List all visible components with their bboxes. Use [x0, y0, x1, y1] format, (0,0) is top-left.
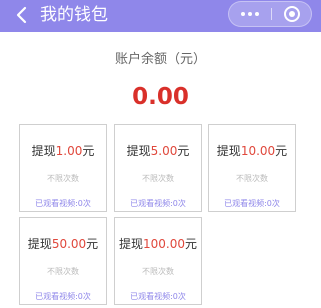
top-bar: 我的钱包	[0, 0, 321, 32]
withdraw-amount: 1.00	[55, 144, 83, 158]
withdraw-unit: 元	[185, 237, 198, 251]
watched-count: 已观看视频:0次	[35, 199, 91, 208]
withdraw-prefix: 提现	[27, 237, 52, 251]
withdraw-limit: 不限次数	[142, 174, 174, 183]
withdraw-prefix: 提现	[126, 144, 151, 158]
more-button[interactable]	[229, 2, 271, 26]
withdraw-card[interactable]: 提现1.00元 不限次数 已观看视频:0次	[19, 124, 107, 212]
withdraw-unit: 元	[177, 144, 190, 158]
chevron-left-icon	[16, 6, 27, 24]
close-button[interactable]	[272, 2, 312, 26]
more-dots-icon	[241, 12, 259, 16]
withdraw-unit: 元	[86, 237, 99, 251]
withdraw-prefix: 提现	[31, 144, 56, 158]
withdraw-unit: 元	[275, 144, 288, 158]
withdraw-amount: 50.00	[51, 237, 87, 251]
withdraw-card[interactable]: 提现50.00元 不限次数 已观看视频:0次	[19, 217, 107, 305]
withdraw-card-title: 提现1.00元	[20, 142, 106, 159]
withdraw-amount: 5.00	[150, 144, 178, 158]
watched-count: 已观看视频:0次	[35, 292, 91, 301]
withdraw-limit: 不限次数	[47, 267, 79, 276]
withdraw-prefix: 提现	[216, 144, 241, 158]
withdraw-card-title: 提现50.00元	[20, 235, 106, 252]
watched-count: 已观看视频:0次	[130, 292, 186, 301]
balance-label: 账户余额（元）	[114, 52, 206, 67]
withdraw-card-title: 提现10.00元	[209, 142, 295, 159]
withdraw-card[interactable]: 提现10.00元 不限次数 已观看视频:0次	[208, 124, 296, 212]
withdraw-card[interactable]: 提现100.00元 不限次数 已观看视频:0次	[114, 217, 202, 305]
watched-count: 已观看视频:0次	[224, 199, 280, 208]
withdraw-limit: 不限次数	[47, 174, 79, 183]
withdraw-limit: 不限次数	[142, 267, 174, 276]
target-close-icon	[284, 6, 300, 22]
withdraw-limit: 不限次数	[236, 174, 268, 183]
withdraw-prefix: 提现	[118, 237, 143, 251]
withdraw-unit: 元	[82, 144, 95, 158]
withdraw-amount: 100.00	[143, 237, 185, 251]
back-button[interactable]	[10, 4, 32, 26]
withdraw-card-title: 提现100.00元	[115, 235, 201, 252]
withdraw-card-title: 提现5.00元	[115, 142, 201, 159]
withdraw-amount: 10.00	[240, 144, 276, 158]
page-title: 我的钱包	[40, 5, 108, 25]
withdraw-card[interactable]: 提现5.00元 不限次数 已观看视频:0次	[114, 124, 202, 212]
mini-program-capsule	[228, 1, 312, 27]
watched-count: 已观看视频:0次	[130, 199, 186, 208]
balance-value: 0.00	[132, 84, 189, 110]
